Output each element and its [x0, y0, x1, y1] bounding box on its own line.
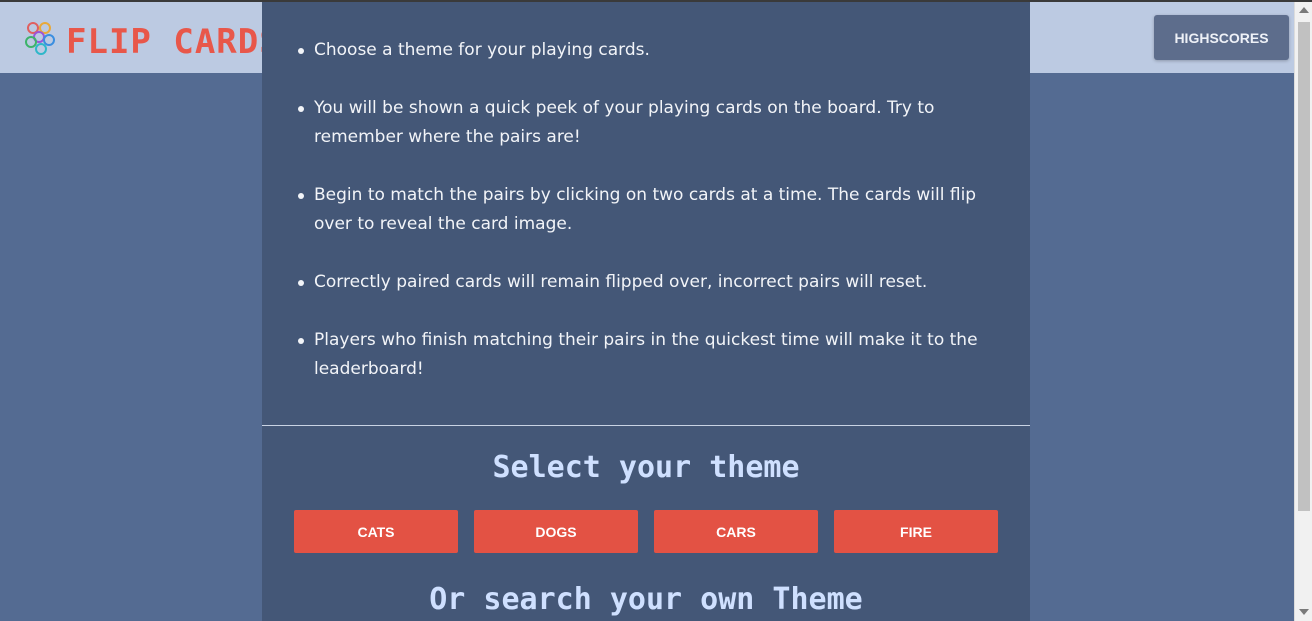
brand-title: FLIP CARDS: [66, 22, 281, 62]
section-divider: [262, 425, 1030, 426]
arrow-up-icon[interactable]: [1299, 7, 1309, 13]
rule-item: Begin to match the pairs by clicking on …: [298, 181, 990, 239]
scrollbar-thumb[interactable]: [1298, 22, 1310, 511]
theme-button-fire[interactable]: FIRE: [834, 510, 998, 553]
rules-list: Choose a theme for your playing cards. Y…: [262, 2, 1030, 413]
theme-button-dogs[interactable]: DOGS: [474, 510, 638, 553]
rule-item: Players who finish matching their pairs …: [298, 326, 990, 384]
search-theme-heading: Or search your own Theme: [429, 582, 863, 617]
theme-button-row: CATS DOGS CARS FIRE: [294, 510, 998, 553]
rule-item: You will be shown a quick peek of your p…: [298, 94, 990, 152]
theme-button-cats[interactable]: CATS: [294, 510, 458, 553]
arrow-down-icon[interactable]: [1299, 609, 1309, 615]
select-theme-heading: Select your theme: [492, 450, 800, 485]
instructions-modal: Choose a theme for your playing cards. Y…: [262, 2, 1030, 621]
vertical-scrollbar[interactable]: [1294, 2, 1312, 621]
theme-button-cars[interactable]: CARS: [654, 510, 818, 553]
rule-item: Choose a theme for your playing cards.: [298, 36, 990, 65]
rule-item: Correctly paired cards will remain flipp…: [298, 268, 990, 297]
circles-logo-icon: [25, 22, 55, 55]
highscores-button[interactable]: HIGHSCORES: [1154, 15, 1289, 60]
